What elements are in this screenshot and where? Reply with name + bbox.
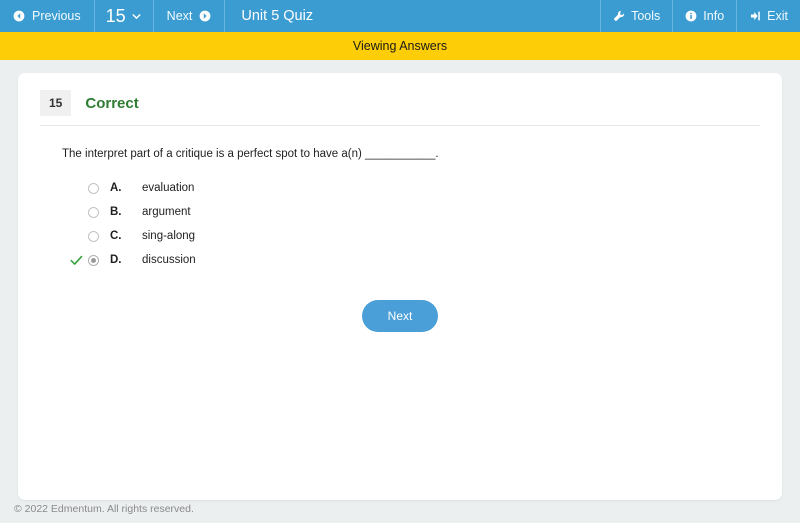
quiz-title: Unit 5 Quiz [224,0,600,32]
viewing-answers-banner: Viewing Answers [0,32,800,60]
info-circle-icon [685,10,697,22]
answer-letter-d: D. [110,254,122,267]
exit-label: Exit [767,9,788,23]
info-label: Info [703,9,725,23]
arrow-circle-right-icon [199,10,211,22]
radio-c[interactable] [88,230,99,242]
top-navigation-bar: Previous 15 Next Unit 5 Quiz Tools Info … [0,0,800,32]
next-label-header: Next [166,9,193,23]
next-action-row: Next [40,300,760,333]
exit-button[interactable]: Exit [736,0,800,32]
previous-label: Previous [32,9,81,23]
radio-a[interactable] [88,182,99,194]
next-button-header[interactable]: Next [154,0,226,32]
radio-d[interactable] [88,254,99,266]
answer-letter-c: C. [110,230,122,243]
question-number-badge: 15 [40,90,72,116]
next-button[interactable]: Next [361,300,439,333]
sign-out-icon [749,10,761,22]
answer-option-d[interactable]: D. discussion [68,248,760,272]
wrench-icon [613,10,625,22]
radio-b[interactable] [88,206,99,218]
page-body: 15 Correct The interpret part of a criti… [0,60,800,523]
chevron-down-icon [131,11,142,22]
question-status: Correct [85,94,139,112]
answer-letter-b: B. [110,206,122,219]
answer-text-d: discussion [142,254,196,267]
answer-choices: A. evaluation B. argument C. sing-along [68,176,760,272]
info-button[interactable]: Info [672,0,736,32]
footer: © 2022 Edmentum. All rights reserved. [0,495,800,523]
answer-option-b[interactable]: B. argument [68,200,760,224]
page-number-select[interactable]: 15 [95,0,154,32]
tools-label: Tools [631,9,661,23]
answer-option-c[interactable]: C. sing-along [68,224,760,248]
answer-letter-a: A. [110,182,122,195]
answer-text-a: evaluation [142,182,195,195]
question-header: 15 Correct [40,90,760,126]
tools-button[interactable]: Tools [600,0,672,32]
arrow-circle-left-icon [13,10,25,22]
question-text: The interpret part of a critique is a pe… [62,148,439,160]
previous-button[interactable]: Previous [0,0,95,32]
correct-check-icon-d [68,254,84,267]
page-number-value: 15 [105,5,126,26]
answer-text-c: sing-along [142,230,196,243]
answer-text-b: argument [142,206,191,219]
copyright-text: © 2022 Edmentum. All rights reserved. [14,503,194,515]
answer-option-a[interactable]: A. evaluation [68,176,760,200]
banner-label: Viewing Answers [352,39,448,53]
question-card: 15 Correct The interpret part of a criti… [18,73,782,500]
top-navigation-actions: Tools Info Exit [600,0,800,32]
